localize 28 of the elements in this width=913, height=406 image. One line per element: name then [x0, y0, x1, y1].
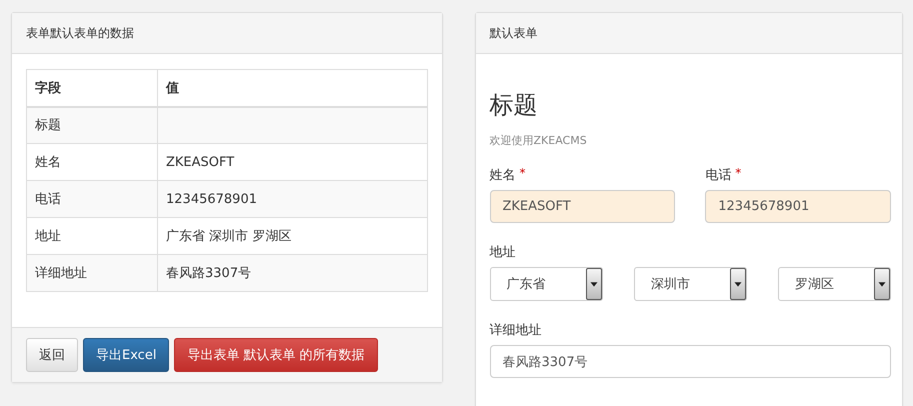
export-button[interactable]: 导出表单 默认表单 的所有数据 — [174, 338, 378, 372]
table-cell: 地址 — [26, 218, 158, 254]
input-field[interactable]: 12345678901 — [705, 190, 891, 223]
table-cell: 春风路3307号 — [158, 254, 427, 292]
table-cell: ZKEASOFT — [158, 144, 427, 180]
form-heading: 标题 — [490, 90, 538, 121]
table-cell: 姓名 — [26, 144, 158, 180]
table-cell: 12345678901 — [158, 180, 427, 218]
required-mark: * — [520, 166, 526, 182]
form-subtitle: 欢迎使用ZKEACMS — [490, 133, 588, 148]
back-button[interactable]: 返回 — [26, 338, 78, 372]
select-field[interactable]: 罗湖区 — [778, 267, 891, 301]
select-field[interactable]: 深圳市 — [634, 267, 747, 301]
table-cell: 广东省 深圳市 罗湖区 — [158, 218, 427, 254]
field-label: 地址 — [490, 244, 516, 261]
field-label: 姓名 — [490, 167, 516, 184]
export-button[interactable]: 导出Excel — [83, 338, 170, 372]
panel-title: 表单默认表单的数据 — [26, 24, 134, 42]
table-cell: 标题 — [26, 106, 158, 144]
field-label: 电话 — [705, 167, 732, 184]
select-field[interactable]: 广东省 — [490, 267, 602, 301]
input-field[interactable]: 春风路3307号 — [490, 345, 891, 378]
field-label: 详细地址 — [490, 322, 542, 339]
required-mark: * — [735, 166, 742, 182]
table-cell: 电话 — [26, 180, 158, 218]
panel-title: 默认表单 — [490, 24, 538, 42]
table-cell: 详细地址 — [26, 254, 158, 292]
input-field[interactable]: ZKEASOFT — [490, 190, 676, 223]
